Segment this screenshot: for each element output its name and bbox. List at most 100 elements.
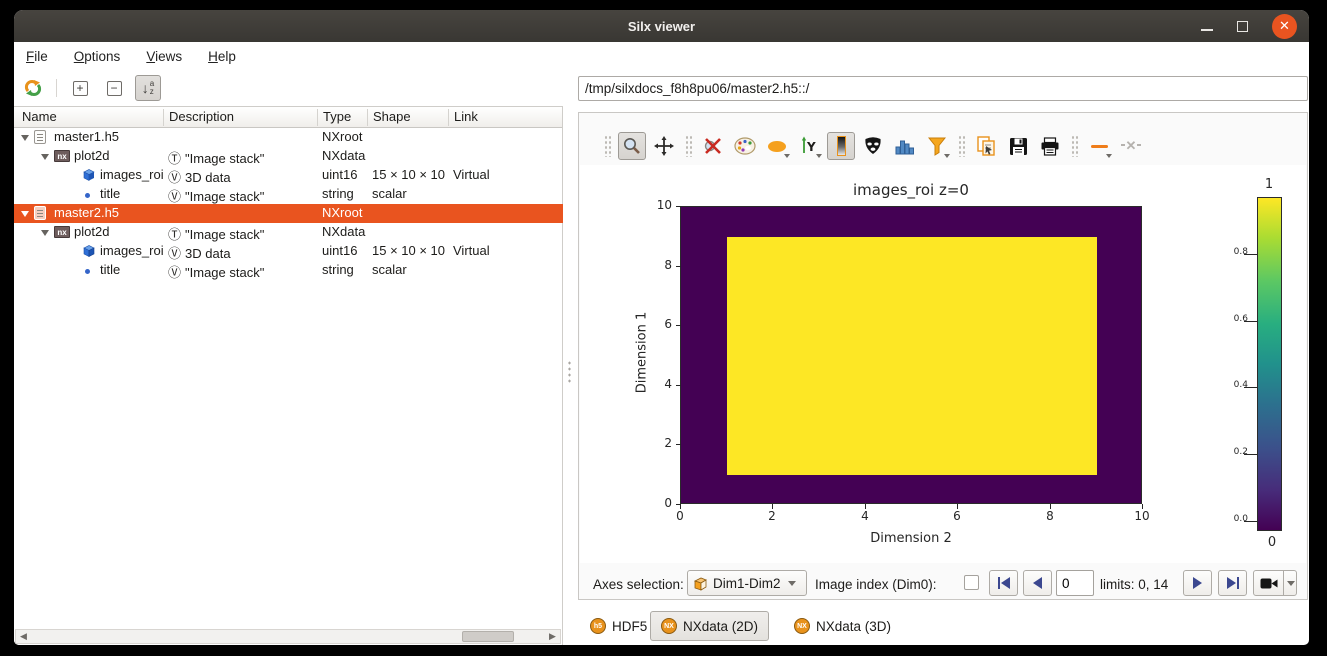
mask-tools-button[interactable] bbox=[859, 132, 887, 160]
colorbar-gradient[interactable] bbox=[1257, 197, 1282, 531]
axes-cube-icon bbox=[693, 576, 708, 591]
colorbar-tick-label: 0.2 bbox=[1210, 447, 1248, 461]
tree-row[interactable]: images_roi Ⓥ3D data uint16 15 × 10 × 10 … bbox=[14, 242, 563, 261]
tree-row[interactable]: title Ⓥ"Image stack" string scalar bbox=[14, 185, 563, 204]
column-header-shape[interactable]: Shape bbox=[367, 109, 411, 126]
dataset-path-bar[interactable]: /tmp/silxdocs_f8h8pu06/master2.h5::/ bbox=[578, 76, 1308, 101]
colormap-button[interactable] bbox=[731, 132, 759, 160]
node-type: string bbox=[317, 186, 354, 201]
tree-row-selected[interactable]: master2.h5 NXroot bbox=[14, 204, 563, 223]
histogram-button[interactable] bbox=[891, 132, 919, 160]
node-type: NXroot bbox=[317, 129, 362, 144]
tab-nxdata-2d[interactable]: NX NXdata (2D) bbox=[650, 611, 769, 641]
maximize-button[interactable] bbox=[1237, 21, 1248, 32]
play-options-dropdown[interactable] bbox=[1283, 570, 1297, 596]
node-shape: scalar bbox=[367, 262, 407, 277]
play-movie-button[interactable] bbox=[1253, 570, 1284, 596]
zoom-mode-button[interactable] bbox=[618, 132, 646, 160]
tree-row[interactable]: title Ⓥ"Image stack" string scalar bbox=[14, 261, 563, 280]
image-index-label: Image index (Dim0): bbox=[815, 577, 937, 592]
tree-row[interactable]: nx plot2d Ⓣ"Image stack" NXdata bbox=[14, 147, 563, 166]
plot-toolbar: Y bbox=[579, 129, 1307, 163]
refresh-button[interactable] bbox=[20, 75, 46, 101]
tree-row[interactable]: nx plot2d Ⓣ"Image stack" NXdata bbox=[14, 223, 563, 242]
scroll-left-arrow[interactable]: ◀ bbox=[16, 630, 31, 643]
collapse-all-icon: − bbox=[107, 81, 122, 96]
profile-button[interactable] bbox=[1085, 132, 1113, 160]
tab-label: NXdata (3D) bbox=[816, 619, 891, 634]
frame-browser-controls: Axes selection: Dim1-Dim2 Image index (D… bbox=[579, 565, 1307, 601]
column-header-description[interactable]: Description bbox=[163, 109, 234, 126]
expander-icon[interactable] bbox=[41, 154, 49, 160]
close-button[interactable]: ✕ bbox=[1272, 14, 1297, 39]
axes-selection-dropdown[interactable]: Dim1-Dim2 bbox=[687, 570, 807, 596]
node-type: uint16 bbox=[317, 243, 357, 258]
node-description: 3D data bbox=[185, 170, 231, 185]
mask-icon bbox=[863, 136, 883, 156]
frame-index-input[interactable] bbox=[1056, 570, 1094, 596]
node-link: Virtual bbox=[448, 243, 490, 258]
axes-selection-value: Dim1-Dim2 bbox=[713, 576, 781, 591]
menu-options[interactable]: Options bbox=[74, 49, 121, 64]
previous-frame-icon bbox=[1033, 577, 1042, 589]
chevron-down-icon bbox=[1106, 154, 1112, 158]
pan-mode-button[interactable] bbox=[650, 132, 678, 160]
tree-row[interactable]: master1.h5 NXroot bbox=[14, 128, 563, 147]
node-name: master2.h5 bbox=[54, 205, 119, 220]
expander-icon[interactable] bbox=[21, 135, 29, 141]
reset-zoom-button[interactable] bbox=[699, 132, 727, 160]
titlebar: Silx viewer ✕ bbox=[14, 10, 1309, 42]
y-axis-icon: Y bbox=[799, 136, 819, 156]
last-frame-button[interactable] bbox=[1218, 570, 1247, 596]
toolbar-drag-handle[interactable] bbox=[685, 135, 692, 157]
splitter-handle[interactable] bbox=[567, 360, 572, 384]
nx-badge-icon: NX bbox=[661, 618, 677, 634]
app-window: Silx viewer ✕ File Options Views Help + … bbox=[14, 10, 1309, 645]
plot-canvas[interactable]: images_roi z=0 0 2 4 6 8 10 0 bbox=[580, 165, 1306, 563]
image-axes[interactable] bbox=[680, 206, 1142, 504]
column-header-link[interactable]: Link bbox=[448, 109, 478, 126]
colorbar-button[interactable] bbox=[827, 132, 855, 160]
node-name: master1.h5 bbox=[54, 129, 119, 144]
save-button[interactable] bbox=[1004, 132, 1032, 160]
image-index-checkbox[interactable] bbox=[964, 575, 979, 590]
plot-title: images_roi z=0 bbox=[761, 181, 1061, 199]
x-tick-label: 4 bbox=[850, 509, 880, 523]
next-frame-icon bbox=[1193, 577, 1202, 589]
menu-help[interactable]: Help bbox=[208, 49, 236, 64]
tab-nxdata-3d[interactable]: NX NXdata (3D) bbox=[784, 611, 901, 641]
expander-icon[interactable] bbox=[21, 211, 29, 217]
expand-all-button[interactable]: + bbox=[67, 75, 93, 101]
tab-hdf5[interactable]: h5 HDF5 bbox=[580, 611, 657, 641]
horizontal-scrollbar[interactable]: ◀ ▶ bbox=[15, 629, 561, 644]
roi-image-region bbox=[727, 237, 1097, 475]
scroll-right-arrow[interactable]: ▶ bbox=[545, 630, 560, 643]
print-button[interactable] bbox=[1036, 132, 1064, 160]
colorbar-min-label: 0 bbox=[1252, 535, 1292, 550]
first-frame-button[interactable] bbox=[989, 570, 1018, 596]
clear-profile-button[interactable]: ✕ bbox=[1117, 132, 1145, 160]
collapse-all-button[interactable]: − bbox=[101, 75, 127, 101]
scrollbar-thumb[interactable] bbox=[462, 631, 514, 642]
toolbar-separator bbox=[56, 79, 57, 97]
x-tick-label: 8 bbox=[1035, 509, 1065, 523]
minimize-button[interactable] bbox=[1201, 29, 1213, 31]
menu-views[interactable]: Views bbox=[146, 49, 182, 64]
toolbar-drag-handle[interactable] bbox=[604, 135, 611, 157]
toolbar-drag-handle[interactable] bbox=[958, 135, 965, 157]
printer-icon bbox=[1040, 137, 1060, 156]
y-axis-orientation-button[interactable]: Y bbox=[795, 132, 823, 160]
colorbar-tick-label: 0.8 bbox=[1210, 247, 1248, 261]
expander-icon[interactable] bbox=[41, 230, 49, 236]
sort-button[interactable]: ↓ az bbox=[135, 75, 161, 101]
column-header-type[interactable]: Type bbox=[317, 109, 351, 126]
copy-button[interactable] bbox=[972, 132, 1000, 160]
aspect-ratio-button[interactable] bbox=[763, 132, 791, 160]
toolbar-drag-handle[interactable] bbox=[1071, 135, 1078, 157]
column-header-name[interactable]: Name bbox=[14, 109, 57, 124]
tree-row[interactable]: images_roi Ⓥ3D data uint16 15 × 10 × 10 … bbox=[14, 166, 563, 185]
menu-file[interactable]: File bbox=[26, 49, 48, 64]
previous-frame-button[interactable] bbox=[1023, 570, 1052, 596]
filter-button[interactable] bbox=[923, 132, 951, 160]
next-frame-button[interactable] bbox=[1183, 570, 1212, 596]
